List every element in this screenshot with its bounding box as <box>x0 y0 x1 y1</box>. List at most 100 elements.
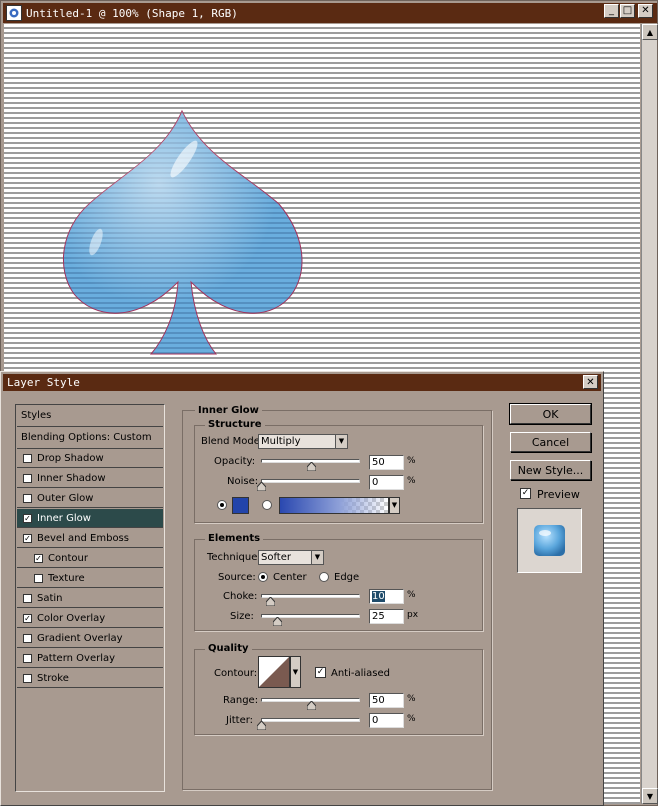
opacity-slider-thumb[interactable] <box>307 462 316 471</box>
dialog-title: Layer Style <box>7 376 80 389</box>
noise-field[interactable]: 0 <box>369 475 404 490</box>
style-item-gradient-overlay[interactable]: Gradient Overlay <box>17 629 163 648</box>
noise-slider-thumb[interactable] <box>257 482 266 491</box>
style-item-texture[interactable]: Texture <box>17 569 163 588</box>
choke-slider-thumb[interactable] <box>266 597 275 606</box>
quality-title: Quality <box>205 643 252 654</box>
style-item-inner-glow[interactable]: ✓ Inner Glow <box>17 509 163 528</box>
noise-slider[interactable] <box>261 479 360 483</box>
blending-options-label: Blending Options: Custom <box>21 432 152 443</box>
style-item-stroke[interactable]: Stroke <box>17 669 163 688</box>
preview-label: Preview <box>537 488 580 501</box>
minimize-button[interactable]: _ <box>604 4 619 18</box>
style-item-label: Texture <box>48 572 85 584</box>
gradient-chevron-down-icon[interactable]: ▼ <box>389 497 400 514</box>
style-item-label: Bevel and Emboss <box>37 532 129 544</box>
choke-label: Choke: <box>223 591 258 602</box>
scroll-down-arrow-icon[interactable]: ▼ <box>642 788 658 804</box>
source-center-radio[interactable] <box>258 572 268 582</box>
style-item-checkbox[interactable]: ✓ <box>23 513 32 523</box>
style-item-checkbox[interactable]: ✓ <box>34 553 43 563</box>
restore-button[interactable]: □ <box>620 4 635 18</box>
style-item-checkbox[interactable] <box>23 593 32 603</box>
style-item-satin[interactable]: Satin <box>17 589 163 608</box>
jitter-slider-thumb[interactable] <box>257 721 266 730</box>
opacity-label: Opacity: <box>214 456 256 467</box>
jitter-field[interactable]: 0 <box>369 713 404 728</box>
layer-style-dialog: Layer Style ✕ Styles Blending Options: C… <box>0 371 604 806</box>
dialog-titlebar[interactable]: Layer Style ✕ <box>3 374 601 391</box>
source-edge-radio[interactable] <box>319 572 329 582</box>
technique-select[interactable]: Softer ▼ <box>258 550 324 565</box>
noise-value: 0 <box>372 477 379 488</box>
style-item-drop-shadow[interactable]: Drop Shadow <box>17 449 163 468</box>
gradient-radio[interactable] <box>262 500 272 510</box>
style-item-checkbox[interactable] <box>23 653 32 663</box>
chevron-down-icon: ▼ <box>335 435 347 448</box>
choke-slider[interactable] <box>261 594 360 598</box>
style-item-inner-shadow[interactable]: Inner Shadow <box>17 469 163 488</box>
blending-options-item[interactable]: Blending Options: Custom <box>17 427 163 449</box>
inner-glow-title: Inner Glow <box>195 405 262 416</box>
anti-aliased-checkbox[interactable]: ✓ <box>315 667 326 678</box>
jitter-percent: % <box>407 714 416 724</box>
style-item-label: Stroke <box>37 672 69 684</box>
new-style-button[interactable]: New Style... <box>510 460 591 480</box>
style-item-checkbox[interactable] <box>34 573 43 583</box>
style-item-contour[interactable]: ✓ Contour <box>17 549 163 568</box>
style-item-checkbox[interactable] <box>23 453 32 463</box>
ok-button[interactable]: OK <box>509 403 592 425</box>
style-item-bevel-and-emboss[interactable]: ✓ Bevel and Emboss <box>17 529 163 548</box>
choke-value: 10 <box>372 591 385 602</box>
source-edge-label: Edge <box>334 572 360 583</box>
styles-list: Styles Blending Options: Custom Drop Sha… <box>15 404 165 792</box>
style-item-label: Pattern Overlay <box>37 652 116 664</box>
blend-mode-select[interactable]: Multiply ▼ <box>258 434 348 449</box>
style-item-checkbox[interactable]: ✓ <box>23 613 32 623</box>
cancel-button[interactable]: Cancel <box>510 432 591 452</box>
style-item-checkbox[interactable]: ✓ <box>23 533 32 543</box>
styles-header-label: Styles <box>21 410 52 421</box>
opacity-field[interactable]: 50 <box>369 455 404 470</box>
range-field[interactable]: 50 <box>369 693 404 708</box>
glow-color-swatch[interactable] <box>232 497 249 514</box>
style-item-checkbox[interactable] <box>23 633 32 643</box>
dialog-close-button[interactable]: ✕ <box>583 375 598 389</box>
document-titlebar[interactable]: Untitled-1 @ 100% (Shape 1, RGB) <box>3 3 657 23</box>
style-item-label: Drop Shadow <box>37 452 104 464</box>
jitter-slider[interactable] <box>261 718 360 722</box>
technique-label: Technique: <box>207 552 261 563</box>
style-item-outer-glow[interactable]: Outer Glow <box>17 489 163 508</box>
preview-checkbox[interactable]: ✓ <box>520 488 531 499</box>
style-item-label: Contour <box>48 552 88 564</box>
close-window-button[interactable]: ✕ <box>638 4 653 18</box>
size-px-unit: px <box>407 610 419 620</box>
style-item-pattern-overlay[interactable]: Pattern Overlay <box>17 649 163 668</box>
anti-aliased-label: Anti-aliased <box>331 668 391 679</box>
opacity-percent: % <box>407 456 416 466</box>
opacity-value: 50 <box>372 457 385 468</box>
style-item-checkbox[interactable] <box>23 473 32 483</box>
style-item-checkbox[interactable] <box>23 493 32 503</box>
style-item-label: Outer Glow <box>37 492 94 504</box>
styles-header[interactable]: Styles <box>17 405 163 427</box>
scroll-up-arrow-icon[interactable]: ▲ <box>642 24 658 40</box>
size-field[interactable]: 25 <box>369 609 404 624</box>
noise-label: Noise: <box>227 476 259 487</box>
solid-color-radio[interactable] <box>217 500 227 510</box>
style-item-label: Inner Glow <box>37 512 91 524</box>
blend-mode-label: Blend Mode: <box>201 436 264 447</box>
document-title: Untitled-1 @ 100% (Shape 1, RGB) <box>26 6 238 20</box>
choke-field[interactable]: 10 <box>369 589 404 604</box>
glow-gradient-picker[interactable] <box>279 497 389 514</box>
elements-title: Elements <box>205 533 264 544</box>
contour-chevron-down-icon[interactable]: ▼ <box>290 656 301 688</box>
style-item-color-overlay[interactable]: ✓ Color Overlay <box>17 609 163 628</box>
size-slider-thumb[interactable] <box>273 617 282 626</box>
vertical-scrollbar[interactable]: ▲ ▼ <box>641 24 658 804</box>
style-item-label: Satin <box>37 592 63 604</box>
style-item-checkbox[interactable] <box>23 673 32 683</box>
source-label: Source: <box>218 572 256 583</box>
range-slider-thumb[interactable] <box>307 701 316 710</box>
contour-curve-icon[interactable] <box>258 656 290 688</box>
